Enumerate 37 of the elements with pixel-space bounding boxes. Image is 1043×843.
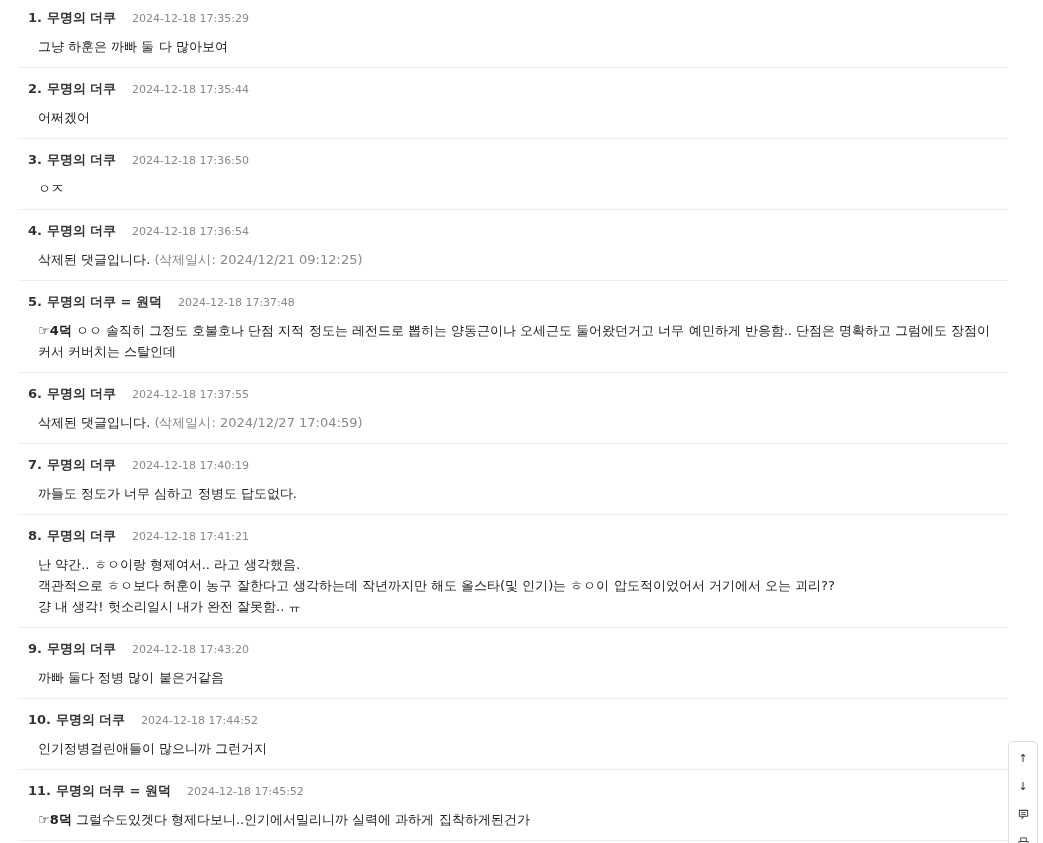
scroll-button[interactable]: ↓ — [1009, 772, 1037, 800]
comment-author: 2. 무명의 더쿠 — [28, 80, 117, 98]
comment-text: 어쩌겠어 — [38, 109, 91, 127]
comment-author: 7. 무명의 더쿠 — [28, 456, 117, 474]
comment-author: 3. 무명의 더쿠 — [28, 151, 117, 169]
comment-date: 2024-12-18 17:40:19 — [132, 458, 249, 474]
comment-author: 4. 무명의 더쿠 — [28, 222, 117, 240]
comment-date: 2024-12-18 17:37:48 — [178, 295, 295, 311]
comment-author: 10. 무명의 더쿠 — [28, 711, 126, 729]
comment-date: 2024-12-18 17:37:55 — [132, 387, 249, 403]
comment-date: 2024-12-18 17:35:44 — [132, 82, 249, 98]
comment-date: 2024-12-18 17:43:20 — [132, 642, 249, 658]
comment-date: 2024-12-18 17:35:29 — [132, 11, 249, 27]
comment-author: 9. 무명의 더쿠 — [28, 640, 117, 658]
comment-author: 6. 무명의 더쿠 — [28, 385, 117, 403]
comment-text: 삭제된 댓글입니다. (삭제일시: 2024/12/21 09:12:25) — [38, 251, 364, 269]
comment-date: 2024-12-18 17:44:52 — [141, 713, 258, 729]
comment-text: 삭제된 댓글입니다. (삭제일시: 2024/12/27 17:04:59) — [38, 414, 364, 432]
comment-text: 난 약간.. ㅎㅇ이랑 형제여서.. 라고 생각했음. — [38, 556, 302, 574]
comment-author: 11. 무명의 더쿠 = 원덕 — [28, 782, 172, 800]
comment-text: 객관적으로 ㅎㅇ보다 허훈이 농구 잘한다고 생각하는데 작년까지만 해도 올스타(및 인기)는 ㅎㅇ이 압도적이었어서 거기에서 오는 괴리?? — [38, 577, 836, 595]
comment-text: 그냥 하훈은 까빠 둘 다 많아보여 — [38, 38, 229, 56]
comment-date: 2024-12-18 17:41:21 — [132, 529, 249, 545]
comment-text: ☞4덕 ㅇㅇ 솔직히 그정도 호불호나 단점 지적 정도는 레전드로 뽑히는 양동근이나 오세근도 둘어왔던거고 너무 예민하게 반응함.. 단점은 명확하고 그럼에도 장점이 커서 커버치는 스탈인데 — [38, 322, 992, 361]
comment-text: ㅇㅈ — [38, 180, 65, 198]
comment-author: 1. 무명의 더쿠 — [28, 9, 117, 27]
comment-date: 2024-12-18 17:36:54 — [132, 224, 249, 240]
comment-date: 2024-12-18 17:45:52 — [187, 784, 304, 800]
scroll-button[interactable]: ↑ — [1009, 744, 1037, 772]
comment-author: 5. 무명의 더쿠 = 원덕 — [28, 293, 162, 311]
comment-author: 8. 무명의 더쿠 — [28, 527, 117, 545]
comment-text: 인기정병걸린애들이 많으니까 그런거지 — [38, 740, 269, 758]
comment-text: ☞8덕 그럴수도있겟다 형제다보니..인기에서밀리니까 실력에 과하게 집착하게된건가 — [38, 811, 531, 829]
comment-text: 까빠 둘다 정병 많이 붙은거같음 — [38, 669, 225, 687]
comment-text: 걍 내 생각! 헛소리일시 내가 완전 잘못함.. ㅠ — [38, 598, 303, 616]
comment-date: 2024-12-18 17:36:50 — [132, 153, 249, 169]
comment-text: 까들도 정도가 너무 심하고 정병도 답도없다. — [38, 485, 298, 503]
